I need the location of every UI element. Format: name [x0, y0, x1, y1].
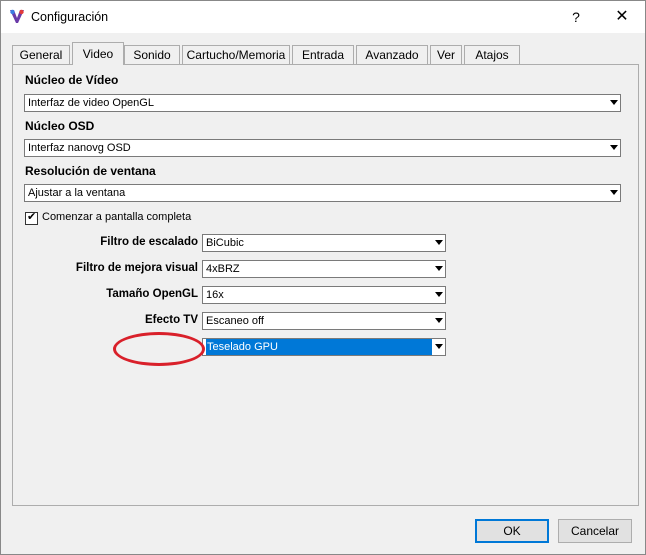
chevron-down-icon: [610, 100, 618, 105]
chevron-down-icon: [435, 292, 443, 297]
tab-sonido[interactable]: Sonido: [124, 45, 180, 64]
osd-core-select[interactable]: Interfaz nanovg OSD: [24, 139, 621, 157]
fullscreen-checkbox[interactable]: ✔: [25, 211, 38, 225]
close-button[interactable]: ✕: [599, 1, 645, 33]
video-core-select[interactable]: Interfaz de video OpenGL: [24, 94, 621, 112]
osd-core-value: Interfaz nanovg OSD: [28, 142, 131, 154]
tab-entrada[interactable]: Entrada: [292, 45, 354, 64]
opengl-size-select[interactable]: 16x: [202, 286, 446, 304]
fullscreen-label: Comenzar a pantalla completa: [42, 211, 192, 223]
red-annotation-ellipse: [113, 332, 205, 366]
checkmark-icon: ✔: [27, 211, 37, 223]
gpu-tessellation-value: Teselado GPU: [206, 339, 432, 355]
tab-ver[interactable]: Ver: [430, 45, 462, 64]
video-settings-panel: Núcleo de Vídeo Interfaz de video OpenGL…: [12, 64, 639, 506]
tv-effect-label: Efecto TV: [144, 314, 198, 326]
chevron-down-icon: [435, 344, 443, 349]
tab-cartucho-memoria[interactable]: Cartucho/Memoria: [182, 45, 290, 64]
opengl-size-value: 16x: [206, 289, 224, 301]
opengl-size-label: Tamaño OpenGL: [106, 288, 198, 300]
window-resolution-label: Resolución de ventana: [25, 164, 156, 178]
configuration-dialog: Configuración ? ✕ General Video Sonido C…: [0, 0, 646, 555]
gpu-tessellation-select[interactable]: Teselado GPU: [202, 338, 446, 356]
osd-core-label: Núcleo OSD: [25, 119, 95, 133]
chevron-down-icon: [610, 190, 618, 195]
chevron-down-icon: [435, 266, 443, 271]
tab-avanzado[interactable]: Avanzado: [356, 45, 428, 64]
cancel-button[interactable]: Cancelar: [558, 519, 632, 543]
enhancement-filter-label: Filtro de mejora visual: [75, 262, 198, 274]
enhancement-filter-select[interactable]: 4xBRZ: [202, 260, 446, 278]
help-button[interactable]: ?: [553, 1, 599, 33]
scaling-filter-label: Filtro de escalado: [100, 236, 198, 248]
window-resolution-select[interactable]: Ajustar a la ventana: [24, 184, 621, 202]
title-bar: Configuración ? ✕: [1, 1, 645, 33]
chevron-down-icon: [435, 240, 443, 245]
chevron-down-icon: [435, 318, 443, 323]
tab-atajos[interactable]: Atajos: [464, 45, 520, 64]
tv-effect-select[interactable]: Escaneo off: [202, 312, 446, 330]
tab-video[interactable]: Video: [72, 42, 124, 65]
tab-general[interactable]: General: [12, 45, 70, 64]
app-logo-icon: [10, 9, 24, 23]
enhancement-filter-value: 4xBRZ: [206, 263, 240, 275]
ok-button[interactable]: OK: [475, 519, 549, 543]
chevron-down-icon: [610, 145, 618, 150]
video-core-value: Interfaz de video OpenGL: [28, 97, 154, 109]
tv-effect-value: Escaneo off: [206, 315, 264, 327]
video-core-label: Núcleo de Vídeo: [25, 73, 119, 87]
window-title: Configuración: [31, 10, 109, 24]
scaling-filter-value: BiCubic: [206, 237, 244, 249]
window-resolution-value: Ajustar a la ventana: [28, 187, 126, 199]
scaling-filter-select[interactable]: BiCubic: [202, 234, 446, 252]
